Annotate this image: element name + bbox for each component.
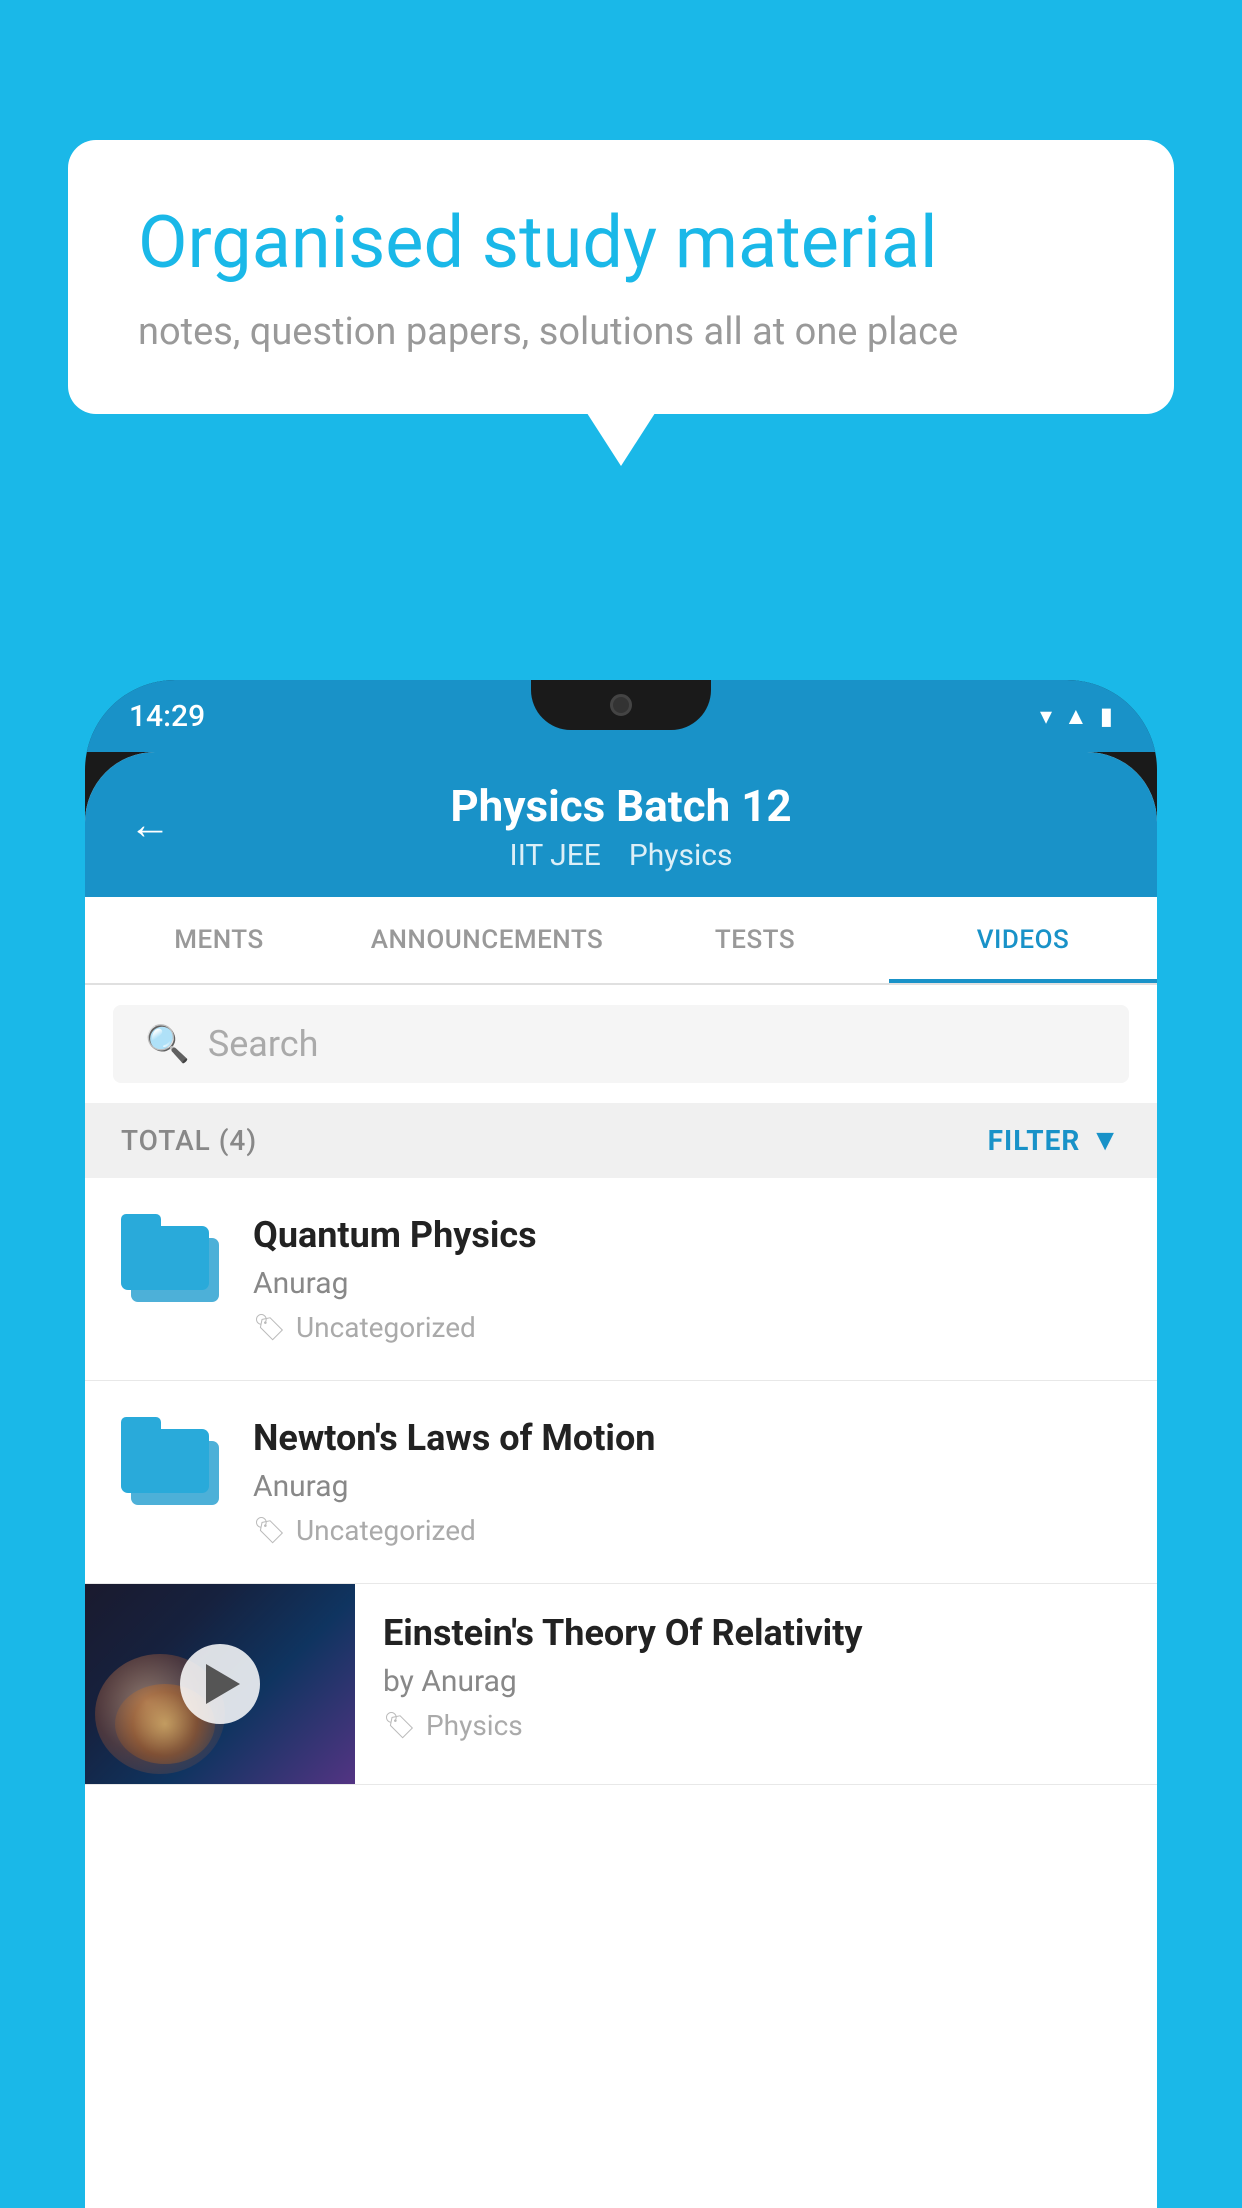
notch xyxy=(531,680,711,730)
signal-icon: ▲ xyxy=(1064,702,1088,731)
header-title: Physics Batch 12 xyxy=(450,780,791,832)
video-thumbnail-einstein xyxy=(85,1584,355,1784)
category-label: Uncategorized xyxy=(296,1514,476,1547)
video-list: Quantum Physics Anurag 🏷 Uncategorized xyxy=(85,1178,1157,1785)
tab-tests[interactable]: TESTS xyxy=(621,897,889,983)
filter-bar: TOTAL (4) FILTER ▼ xyxy=(85,1103,1157,1178)
header-tags: IIT JEE Physics xyxy=(510,838,733,873)
battery-icon: ▮ xyxy=(1100,702,1113,730)
video-category: 🏷 Uncategorized xyxy=(253,1514,1121,1547)
video-title: Einstein's Theory Of Relativity xyxy=(383,1612,1129,1654)
folder-icon-quantum xyxy=(121,1214,221,1324)
header-tag-iitjee: IIT JEE xyxy=(510,838,601,873)
folder-front xyxy=(121,1214,209,1294)
tab-ments[interactable]: MENTS xyxy=(85,897,353,983)
video-author: Anurag xyxy=(253,1266,1121,1301)
list-item[interactable]: Newton's Laws of Motion Anurag 🏷 Uncateg… xyxy=(85,1381,1157,1584)
phone-frame: 14:29 ▾ ▲ ▮ ← Physics Batch 12 IIT JEE P… xyxy=(85,680,1157,2208)
search-input[interactable]: Search xyxy=(208,1023,319,1065)
category-label: Uncategorized xyxy=(296,1311,476,1344)
filter-button[interactable]: FILTER ▼ xyxy=(988,1123,1121,1158)
status-time: 14:29 xyxy=(129,699,205,734)
search-bar: 🔍 Search xyxy=(85,985,1157,1103)
tab-bar: MENTS ANNOUNCEMENTS TESTS VIDEOS xyxy=(85,897,1157,985)
list-item[interactable]: Einstein's Theory Of Relativity by Anura… xyxy=(85,1584,1157,1785)
filter-icon: ▼ xyxy=(1090,1123,1121,1158)
video-category: 🏷 Uncategorized xyxy=(253,1311,1121,1344)
search-input-wrapper[interactable]: 🔍 Search xyxy=(113,1005,1129,1083)
header-tag-physics: Physics xyxy=(629,838,733,873)
speech-bubble: Organised study material notes, question… xyxy=(68,140,1174,414)
search-icon: 🔍 xyxy=(145,1023,190,1065)
front-camera xyxy=(610,694,632,716)
video-info-quantum: Quantum Physics Anurag 🏷 Uncategorized xyxy=(253,1214,1121,1344)
app-header: ← Physics Batch 12 IIT JEE Physics xyxy=(85,752,1157,897)
tag-icon: 🏷 xyxy=(253,1313,286,1343)
play-triangle-icon xyxy=(206,1664,240,1704)
tag-icon: 🏷 xyxy=(383,1711,416,1741)
play-button[interactable] xyxy=(180,1644,260,1724)
folder-front xyxy=(121,1417,209,1497)
folder-icon-newton xyxy=(121,1417,221,1527)
status-icons: ▾ ▲ ▮ xyxy=(1040,702,1113,731)
tab-videos[interactable]: VIDEOS xyxy=(889,897,1157,983)
video-category: 🏷 Physics xyxy=(383,1709,1129,1742)
bubble-title: Organised study material xyxy=(138,200,1104,286)
wifi-icon: ▾ xyxy=(1040,702,1052,730)
back-button[interactable]: ← xyxy=(129,800,171,849)
total-count: TOTAL (4) xyxy=(121,1124,257,1157)
list-item[interactable]: Quantum Physics Anurag 🏷 Uncategorized xyxy=(85,1178,1157,1381)
filter-label: FILTER xyxy=(988,1124,1081,1157)
tab-announcements[interactable]: ANNOUNCEMENTS xyxy=(353,897,621,983)
category-label: Physics xyxy=(426,1709,523,1742)
video-info-einstein: Einstein's Theory Of Relativity by Anura… xyxy=(355,1584,1157,1770)
bubble-subtitle: notes, question papers, solutions all at… xyxy=(138,310,1104,354)
video-author: by Anurag xyxy=(383,1664,1129,1699)
tag-icon: 🏷 xyxy=(253,1516,286,1546)
video-author: Anurag xyxy=(253,1469,1121,1504)
video-title: Newton's Laws of Motion xyxy=(253,1417,1121,1459)
video-info-newton: Newton's Laws of Motion Anurag 🏷 Uncateg… xyxy=(253,1417,1121,1547)
phone-screen: ← Physics Batch 12 IIT JEE Physics MENTS… xyxy=(85,752,1157,2208)
video-title: Quantum Physics xyxy=(253,1214,1121,1256)
status-bar: 14:29 ▾ ▲ ▮ xyxy=(85,680,1157,752)
